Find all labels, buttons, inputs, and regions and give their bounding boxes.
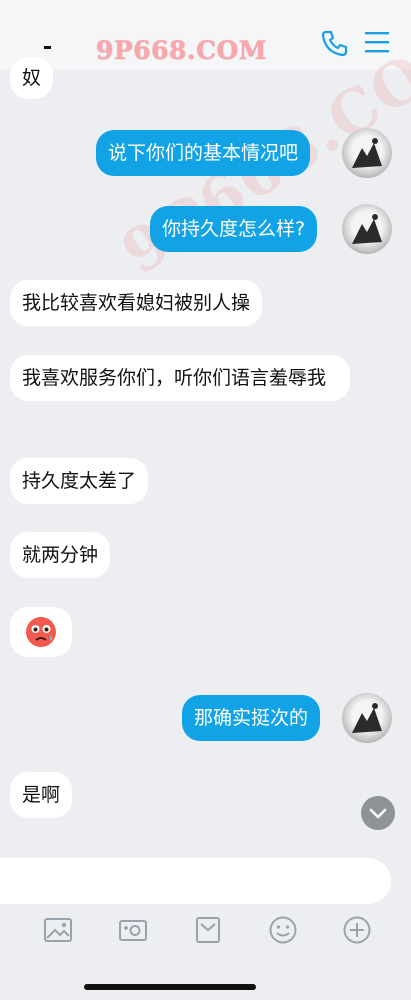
message-text: 是啊 <box>22 784 61 806</box>
home-indicator <box>84 984 256 990</box>
message-text: 我喜欢服务你们，听你们语言羞辱我 <box>22 367 327 389</box>
message-text: 你持久度怎么样? <box>162 218 306 240</box>
message-text: 奴 <box>22 67 42 89</box>
image-icon[interactable] <box>42 914 74 946</box>
back-mark[interactable] <box>44 46 51 49</box>
avatar[interactable] <box>342 128 392 178</box>
chevron-down-icon <box>369 808 387 819</box>
message-bubble-outgoing[interactable]: 那确实挺次的 <box>182 695 321 741</box>
message-bubble-incoming[interactable]: 我喜欢服务你们，听你们语言羞辱我 <box>10 355 350 401</box>
add-icon[interactable] <box>341 914 373 946</box>
watermark-logo: 9P668.COM <box>96 36 267 65</box>
message-bubble-outgoing[interactable]: 你持久度怎么样? <box>150 206 318 252</box>
message-text: 就两分钟 <box>22 544 99 566</box>
message-text: 说下你们的基本情况吧 <box>108 142 299 164</box>
message-bubble-incoming[interactable]: 是啊 <box>10 772 73 818</box>
menu-icon[interactable] <box>364 30 390 54</box>
message-bubble-incoming[interactable]: 持久度太差了 <box>10 458 149 504</box>
message-bubble-outgoing[interactable]: 说下你们的基本情况吧 <box>96 130 311 176</box>
message-bubble-incoming[interactable]: 就两分钟 <box>10 532 111 578</box>
message-input[interactable] <box>0 858 391 904</box>
anxious-face-emoji <box>26 617 56 647</box>
message-text: 持久度太差了 <box>22 470 137 492</box>
message-text: 那确实挺次的 <box>194 707 309 729</box>
message-text: 我比较喜欢看媳妇被别人操 <box>22 292 251 314</box>
avatar[interactable] <box>342 693 392 743</box>
camera-icon[interactable] <box>117 914 149 946</box>
message-bubble-incoming[interactable]: 奴 <box>10 57 54 99</box>
file-icon[interactable] <box>192 914 224 946</box>
message-bubble-incoming[interactable] <box>10 607 72 657</box>
top-bar: 9P668.COM <box>0 0 411 70</box>
message-bubble-incoming[interactable]: 我比较喜欢看媳妇被别人操 <box>10 280 263 326</box>
phone-icon[interactable] <box>320 28 350 58</box>
smile-icon[interactable] <box>267 914 299 946</box>
scroll-to-bottom-button[interactable] <box>361 796 395 830</box>
avatar[interactable] <box>342 204 392 254</box>
